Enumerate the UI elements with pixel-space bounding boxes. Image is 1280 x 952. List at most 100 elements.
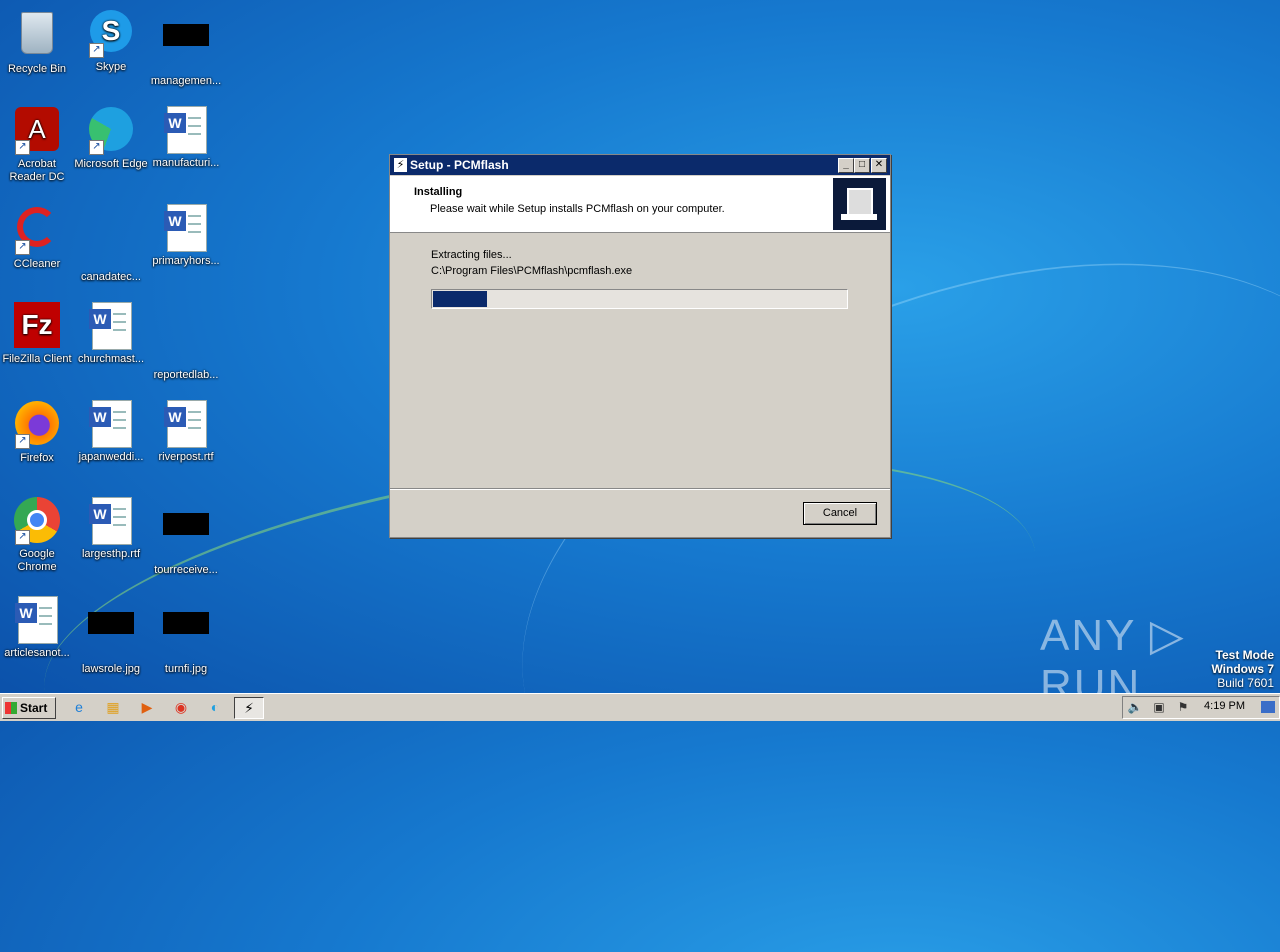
header-subtitle: Please wait while Setup installs PCMflas…: [430, 203, 725, 215]
action-center-flag-icon[interactable]: ⚑: [1175, 699, 1191, 715]
ie-icon[interactable]: e: [68, 697, 90, 717]
explorer-icon[interactable]: ▦: [102, 697, 124, 717]
desktop-icon-label: managemen...: [150, 75, 222, 87]
word-doc-icon: W: [87, 400, 135, 448]
desktop-icon-label: Skype: [95, 61, 127, 73]
desktop-icon-label: reportedlab...: [153, 369, 219, 381]
desktop-icon-chrome[interactable]: ↗ Google Chrome: [0, 497, 74, 574]
dialog-header: Installing Please wait while Setup insta…: [390, 176, 890, 233]
desktop-icon-largesthp[interactable]: W largesthp.rtf: [74, 497, 148, 561]
desktop-icon-label: manufacturi...: [152, 157, 220, 169]
network-icon[interactable]: ▣: [1151, 699, 1167, 715]
word-doc-icon: W: [87, 302, 135, 350]
desktop-icon-label: Microsoft Edge: [74, 158, 148, 170]
desktop-icon-ccleaner[interactable]: ↗ CCleaner: [0, 204, 74, 271]
desktop-icon-manufacturi[interactable]: W manufacturi...: [149, 106, 223, 170]
desktop-icon-tourreceive[interactable]: tourreceive...: [149, 497, 223, 577]
chrome-icon: ↗: [13, 497, 61, 545]
word-doc-icon: W: [13, 596, 61, 644]
desktop-icon-label: Firefox: [20, 452, 54, 464]
image-thumbnail-icon: [162, 513, 210, 561]
desktop-icon-label: Google Chrome: [17, 548, 57, 573]
header-title: Installing: [414, 186, 463, 198]
desktop-icon-label: Recycle Bin: [7, 63, 67, 75]
firefox-icon: ↗: [13, 401, 61, 449]
edge-icon[interactable]: ◐: [204, 697, 226, 717]
desktop-icon-label: Acrobat Reader DC: [9, 158, 65, 183]
chrome-icon[interactable]: ◉: [170, 697, 192, 717]
desktop-icon-label: churchmast...: [77, 353, 145, 365]
windows-logo-icon: [5, 702, 17, 714]
word-doc-icon: W: [162, 106, 210, 154]
desktop-icon-label: articlesanot...: [4, 647, 70, 659]
ccleaner-icon: ↗: [13, 207, 61, 255]
desktop-icon-label: CCleaner: [13, 258, 61, 270]
desktop-icon-japanweddi[interactable]: W japanweddi...: [74, 400, 148, 464]
setup-dialog: ⚡ Setup - PCMflash _ □ ✕ Installing Plea…: [389, 154, 891, 538]
start-button[interactable]: Start: [2, 697, 56, 719]
media-player-icon[interactable]: ▶: [136, 697, 158, 717]
progress-fill: [433, 291, 487, 307]
desktop-icon-primaryhors[interactable]: W primaryhors...: [149, 204, 223, 268]
desktop-icon-canadatec[interactable]: canadatec...: [74, 204, 148, 284]
word-doc-icon: W: [162, 400, 210, 448]
desktop-icon-churchmast[interactable]: W churchmast...: [74, 302, 148, 366]
file-icon: [87, 220, 135, 268]
desktop-icon-label: tourreceive...: [154, 564, 218, 576]
desktop-icon-lawsrole[interactable]: lawsrole.jpg: [74, 596, 148, 676]
dialog-title: Setup - PCMflash: [410, 158, 509, 172]
desktop-icon-label: primaryhors...: [152, 255, 220, 267]
desktop-icon-acrobat[interactable]: A ↗ Acrobat Reader DC: [0, 106, 74, 184]
build-line: Build 7601: [1217, 676, 1274, 690]
desktop-icon-articlesanot[interactable]: W articlesanot...: [0, 596, 74, 660]
current-file-path: C:\Program Files\PCMflash\pcmflash.exe: [431, 265, 633, 277]
word-doc-icon: W: [162, 204, 210, 252]
filezilla-icon: Fz: [13, 302, 61, 350]
show-desktop-icon[interactable]: [1261, 701, 1275, 713]
system-tray: 🔈 ▣ ⚑ 4:19 PM: [1122, 696, 1280, 719]
start-label: Start: [20, 701, 48, 715]
desktop-icon-label: lawsrole.jpg: [81, 663, 141, 675]
cancel-button[interactable]: Cancel: [803, 502, 877, 525]
desktop-icon-label: japanweddi...: [78, 451, 144, 463]
pcmflash-icon[interactable]: ⚡: [234, 697, 264, 719]
file-icon: [162, 318, 210, 366]
desktop-icon-firefox[interactable]: ↗ Firefox: [0, 400, 74, 465]
os-name-line: Windows 7: [1211, 662, 1274, 676]
taskbar: Start e ▦ ▶ ◉ ◐ ⚡ 🔈 ▣ ⚑ 4:19 PM: [0, 693, 1280, 721]
desktop-icon-reportedlab[interactable]: reportedlab...: [149, 302, 223, 382]
acrobat-icon: A ↗: [13, 107, 61, 155]
desktop-icon-turnfi[interactable]: turnfi.jpg: [149, 596, 223, 676]
image-thumbnail-icon: [162, 612, 210, 660]
desktop-icon-label: canadatec...: [81, 271, 141, 283]
desktop-icon-label: turnfi.jpg: [164, 663, 208, 675]
volume-icon[interactable]: 🔈: [1127, 699, 1143, 715]
desktop-icon-recycle-bin[interactable]: Recycle Bin: [0, 8, 74, 76]
clock[interactable]: 4:19 PM: [1204, 700, 1245, 712]
install-progress-bar: [431, 289, 848, 309]
image-thumbnail-icon: [87, 612, 135, 660]
installer-computer-icon: [833, 178, 886, 230]
desktop-icon-label: riverpost.rtf: [158, 451, 214, 463]
desktop-icon-label: largesthp.rtf: [81, 548, 141, 560]
edge-icon: ↗: [87, 107, 135, 155]
desktop-icon-managemen[interactable]: managemen...: [149, 8, 223, 88]
divider: [390, 488, 890, 490]
status-text: Extracting files...: [431, 249, 512, 261]
test-mode-line: Test Mode: [1215, 648, 1274, 662]
minimize-button[interactable]: _: [838, 158, 854, 173]
desktop-icon-riverpost[interactable]: W riverpost.rtf: [149, 400, 223, 464]
desktop-icon-filezilla[interactable]: Fz FileZilla Client: [0, 302, 74, 366]
maximize-button[interactable]: □: [854, 158, 870, 173]
pcmflash-icon: ⚡: [394, 158, 407, 172]
close-button[interactable]: ✕: [871, 158, 887, 173]
desktop-icon-edge[interactable]: ↗ Microsoft Edge: [74, 106, 148, 171]
test-mode-notice: Test Mode Windows 7 Build 7601: [1211, 648, 1274, 690]
desktop-icon-skype[interactable]: S ↗ Skype: [74, 8, 148, 74]
skype-icon: S ↗: [87, 10, 135, 58]
image-thumbnail-icon: [162, 24, 210, 72]
desktop-icon-label: FileZilla Client: [2, 353, 72, 365]
recycle-bin-icon: [13, 12, 61, 60]
word-doc-icon: W: [87, 497, 135, 545]
dialog-titlebar[interactable]: ⚡ Setup - PCMflash _ □ ✕: [390, 155, 890, 175]
